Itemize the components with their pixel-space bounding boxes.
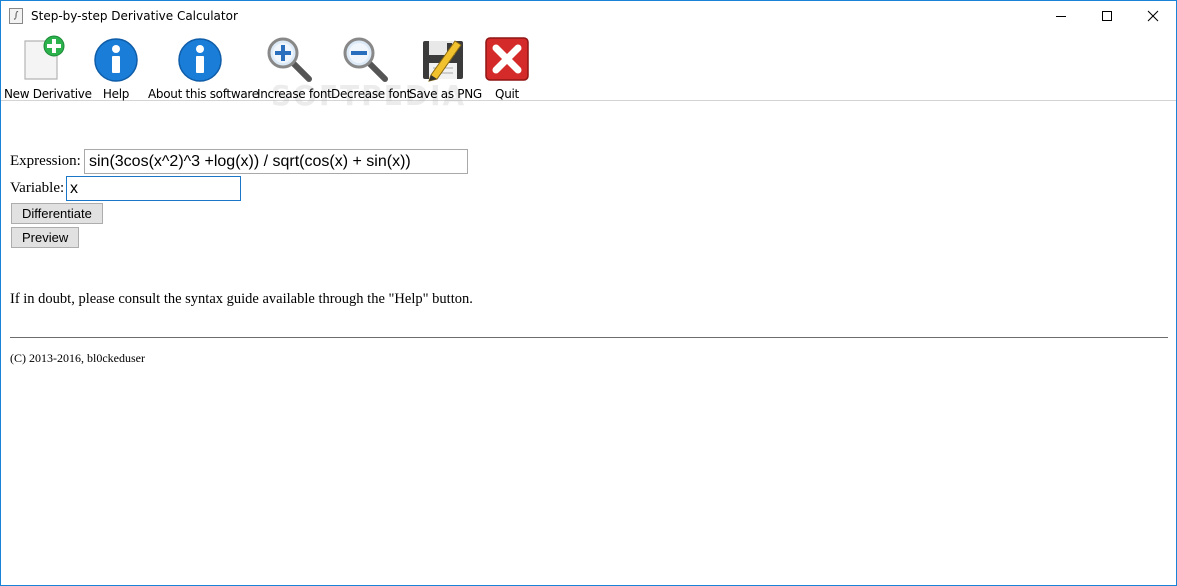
- info-icon: [94, 38, 138, 82]
- differentiate-button[interactable]: Differentiate: [11, 203, 103, 224]
- quit-button[interactable]: Quit: [482, 35, 532, 101]
- variable-input[interactable]: [66, 176, 241, 201]
- toolbar-label: Save as PNG: [409, 87, 482, 101]
- save-as-png-button[interactable]: Save as PNG: [409, 35, 482, 101]
- variable-label: Variable:: [10, 180, 65, 196]
- info-icon: [178, 38, 222, 82]
- close-icon: [1147, 10, 1159, 22]
- increase-font-button[interactable]: Increase font: [257, 35, 332, 101]
- maximize-button[interactable]: [1084, 1, 1130, 31]
- toolbar-label: Decrease font: [331, 87, 412, 101]
- toolbar-label: About this software: [148, 87, 259, 101]
- quit-x-icon: [485, 37, 529, 81]
- divider: [10, 337, 1168, 338]
- help-note: If in doubt, please consult the syntax g…: [10, 291, 473, 307]
- about-button[interactable]: About this software: [148, 35, 259, 101]
- toolbar-label: Increase font: [257, 87, 332, 101]
- toolbar-label: New Derivative: [4, 87, 92, 101]
- title-bar[interactable]: ∫ Step-by-step Derivative Calculator: [1, 1, 1176, 31]
- maximize-icon: [1102, 11, 1112, 21]
- zoom-in-icon: [267, 37, 312, 82]
- close-button[interactable]: [1130, 1, 1176, 31]
- toolbar-label: Quit: [495, 87, 519, 101]
- help-button[interactable]: Help: [91, 35, 141, 101]
- decrease-font-button[interactable]: Decrease font: [331, 35, 412, 101]
- zoom-out-icon: [343, 37, 388, 82]
- copyright-footer: (C) 2013-2016, bl0ckeduser: [10, 351, 145, 365]
- minimize-button[interactable]: [1038, 1, 1084, 31]
- expression-label: Expression:: [10, 153, 81, 169]
- save-disk-icon: [423, 40, 463, 82]
- toolbar: SOFTPEDIA New Derivative Help About this…: [1, 31, 1176, 112]
- new-derivative-button[interactable]: New Derivative: [4, 35, 92, 101]
- app-icon: ∫: [9, 8, 23, 24]
- window-title: Step-by-step Derivative Calculator: [31, 9, 238, 23]
- toolbar-label: Help: [102, 87, 130, 101]
- minimize-icon: [1056, 16, 1066, 17]
- expression-input[interactable]: [84, 149, 468, 174]
- app-window: ∫ Step-by-step Derivative Calculator SOF…: [0, 0, 1177, 586]
- new-document-icon: [24, 35, 65, 80]
- preview-button[interactable]: Preview: [11, 227, 80, 248]
